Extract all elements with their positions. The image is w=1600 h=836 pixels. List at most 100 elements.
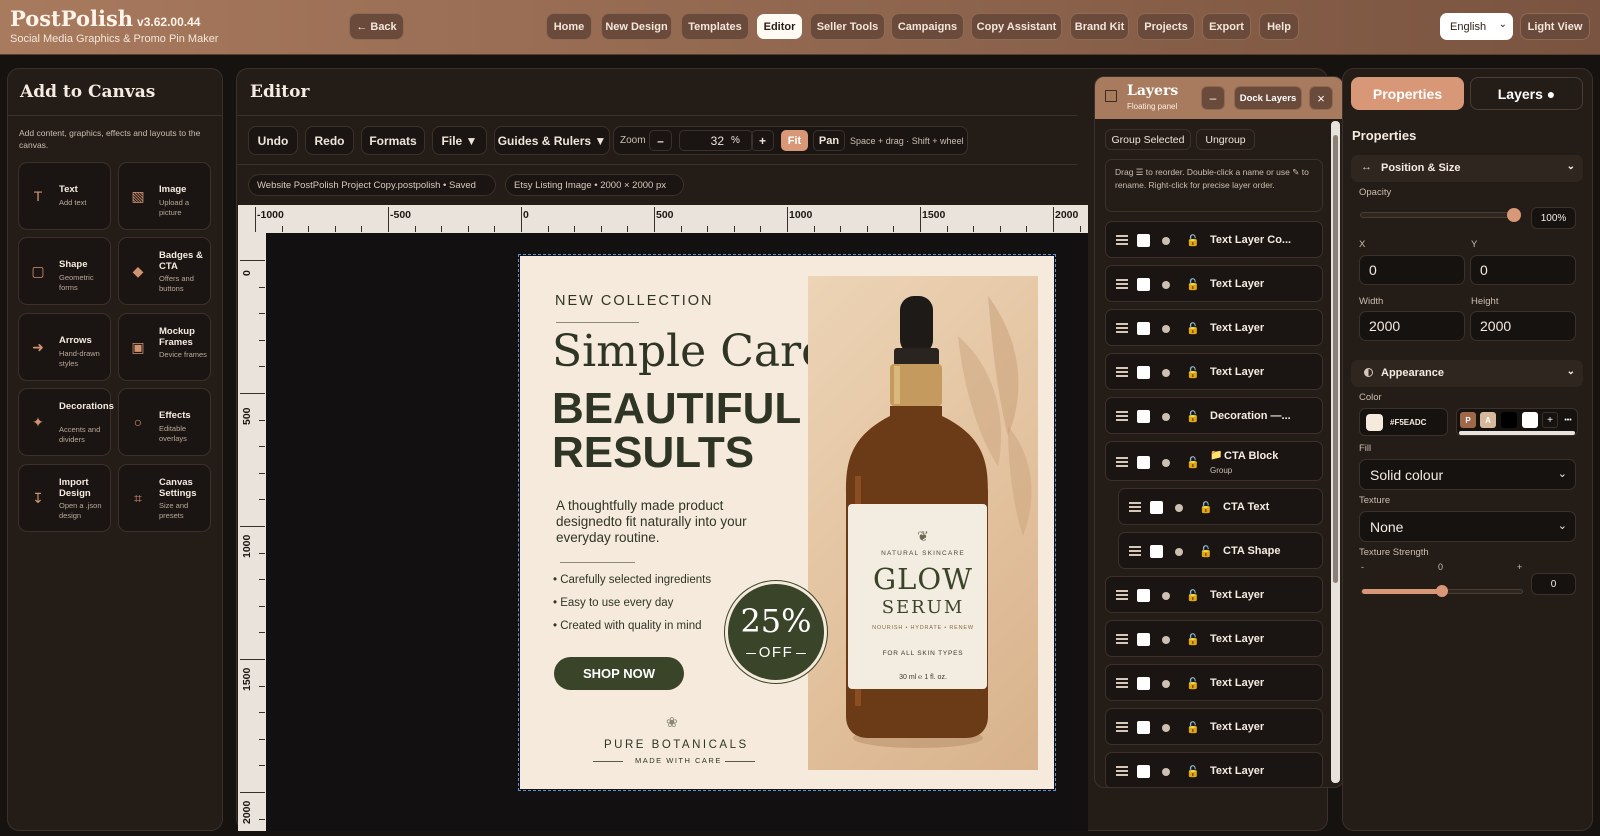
- formats-button[interactable]: Formats: [361, 126, 425, 155]
- visibility-icon[interactable]: [1175, 548, 1183, 556]
- layer-row[interactable]: 🔓 CTA Text: [1118, 488, 1323, 525]
- visibility-icon[interactable]: [1162, 281, 1170, 289]
- visibility-icon[interactable]: [1162, 325, 1170, 333]
- nav-help[interactable]: Help: [1259, 13, 1299, 40]
- layer-row[interactable]: 📁 Group 🔓 CTA Block: [1105, 441, 1323, 481]
- unlock-icon[interactable]: 🔓: [1186, 278, 1200, 291]
- layer-name[interactable]: CTA Text: [1223, 501, 1269, 513]
- texture-select[interactable]: None ⌄: [1359, 511, 1576, 542]
- layer-name[interactable]: Text Layer: [1210, 677, 1264, 689]
- layer-name[interactable]: Text Layer: [1210, 765, 1264, 777]
- layer-row[interactable]: 🔓 Text Layer: [1105, 309, 1323, 346]
- nav-campaigns[interactable]: Campaigns: [891, 13, 964, 40]
- visibility-icon[interactable]: [1162, 636, 1170, 644]
- layer-row[interactable]: 🔓 CTA Shape: [1118, 532, 1323, 569]
- tile-shape[interactable]: ▢ Shape Geometric forms: [18, 237, 111, 305]
- nav-seller-tools[interactable]: Seller Tools: [810, 13, 885, 40]
- unlock-icon[interactable]: 🔓: [1186, 721, 1200, 734]
- file-menu[interactable]: File ▼: [432, 126, 487, 155]
- tab-layers[interactable]: Layers ●: [1470, 77, 1583, 110]
- body-text[interactable]: A thoughtfully made product designedto f…: [556, 498, 761, 546]
- swatch-accent[interactable]: A: [1480, 412, 1496, 428]
- tile-image[interactable]: ▧ Image Upload a picture: [118, 162, 211, 230]
- layer-checkbox[interactable]: [1137, 456, 1150, 469]
- shop-now-cta[interactable]: SHOP NOW: [554, 657, 684, 690]
- unlock-icon[interactable]: 🔓: [1199, 545, 1213, 558]
- close-icon[interactable]: ×: [1309, 86, 1333, 110]
- design-canvas[interactable]: NEW COLLECTION Simple Care BEAUTIFUL RES…: [518, 254, 1056, 791]
- drag-handle-icon[interactable]: [1116, 457, 1128, 467]
- dock-layers-button[interactable]: Dock Layers: [1234, 86, 1302, 110]
- layer-name[interactable]: Text Layer: [1210, 366, 1264, 378]
- headline-line2[interactable]: RESULTS: [552, 431, 754, 475]
- layer-checkbox[interactable]: [1137, 278, 1150, 291]
- layer-name[interactable]: Text Layer: [1210, 721, 1264, 733]
- tile-text[interactable]: T Text Add text: [18, 162, 111, 230]
- layer-name[interactable]: Text Layer: [1210, 633, 1264, 645]
- drag-handle-icon[interactable]: [1116, 411, 1128, 421]
- kicker-text[interactable]: NEW COLLECTION: [555, 293, 714, 309]
- nav-editor[interactable]: Editor: [756, 13, 803, 40]
- texture-strength-thumb[interactable]: [1436, 585, 1448, 597]
- layer-checkbox[interactable]: [1137, 721, 1150, 734]
- nav-home[interactable]: Home: [546, 13, 592, 40]
- undo-button[interactable]: Undo: [248, 126, 298, 155]
- texture-strength-input[interactable]: 0: [1531, 573, 1576, 595]
- tile-mockup-frames[interactable]: ▣ Mockup Frames Device frames: [118, 313, 211, 381]
- drag-handle-icon[interactable]: [1116, 279, 1128, 289]
- add-swatch-button[interactable]: +: [1542, 412, 1558, 428]
- drag-handle-icon[interactable]: [1116, 678, 1128, 688]
- back-button[interactable]: ← Back: [349, 13, 404, 40]
- bullet-item[interactable]: • Created with quality in mind: [553, 620, 701, 632]
- drag-handle-icon[interactable]: [1116, 235, 1128, 245]
- minimize-button[interactable]: –: [1201, 86, 1225, 110]
- drag-handle-icon[interactable]: [1116, 722, 1128, 732]
- nav-copy-assistant[interactable]: Copy Assistant: [971, 13, 1062, 40]
- layer-checkbox[interactable]: [1137, 677, 1150, 690]
- unlock-icon[interactable]: 🔓: [1186, 410, 1200, 423]
- drag-handle-icon[interactable]: [1116, 367, 1128, 377]
- layer-name[interactable]: Text Layer: [1210, 322, 1264, 334]
- opacity-slider-thumb[interactable]: [1507, 208, 1521, 222]
- discount-badge[interactable]: 25% OFF: [725, 581, 827, 683]
- layer-row[interactable]: 🔓 Decoration —...: [1105, 397, 1323, 434]
- tile-effects[interactable]: ○ Effects Editable overlays: [118, 388, 211, 456]
- unlock-icon[interactable]: 🔓: [1186, 633, 1200, 646]
- language-select[interactable]: English ⌄: [1440, 13, 1513, 40]
- unlock-icon[interactable]: 🔓: [1186, 322, 1200, 335]
- nav-brand-kit[interactable]: Brand Kit: [1070, 13, 1129, 40]
- layer-checkbox[interactable]: [1137, 410, 1150, 423]
- drag-handle-icon[interactable]: [1116, 323, 1128, 333]
- footer-brand[interactable]: PURE BOTANICALS: [604, 739, 749, 751]
- layer-checkbox[interactable]: [1150, 545, 1163, 558]
- unlock-icon[interactable]: 🔓: [1186, 589, 1200, 602]
- ungroup-button[interactable]: Ungroup: [1196, 129, 1255, 150]
- visibility-icon[interactable]: [1162, 768, 1170, 776]
- product-image[interactable]: ❦ NATURAL SKINCARE GLOW SERUM NOURISH • …: [808, 276, 1038, 770]
- visibility-icon[interactable]: [1175, 504, 1183, 512]
- guides-rulers-menu[interactable]: Guides & Rulers ▼: [494, 126, 610, 155]
- layer-name[interactable]: CTA Block: [1224, 450, 1278, 462]
- layer-checkbox[interactable]: [1137, 765, 1150, 778]
- color-hex[interactable]: #F5EADC: [1390, 418, 1426, 427]
- height-input[interactable]: 2000: [1470, 311, 1576, 341]
- layer-name[interactable]: CTA Shape: [1223, 545, 1280, 557]
- visibility-icon[interactable]: [1162, 369, 1170, 377]
- layers-scrollbar[interactable]: [1331, 121, 1340, 783]
- visibility-icon[interactable]: [1162, 680, 1170, 688]
- visibility-icon[interactable]: [1162, 724, 1170, 732]
- layer-row[interactable]: 🔓 Text Layer: [1105, 620, 1323, 657]
- drag-handle-icon[interactable]: [1129, 502, 1141, 512]
- tab-properties[interactable]: Properties: [1351, 77, 1464, 110]
- fill-select[interactable]: Solid colour ⌄: [1359, 459, 1576, 490]
- visibility-icon[interactable]: [1162, 459, 1170, 467]
- unlock-icon[interactable]: 🔓: [1186, 677, 1200, 690]
- light-view-button[interactable]: Light View: [1520, 13, 1590, 40]
- layer-row[interactable]: 🔓 Text Layer: [1105, 752, 1323, 787]
- zoom-input[interactable]: 32: [679, 130, 753, 151]
- opacity-slider[interactable]: [1360, 208, 1521, 222]
- drag-handle-icon[interactable]: [1116, 634, 1128, 644]
- layer-row[interactable]: 🔓 Text Layer: [1105, 576, 1323, 613]
- script-title[interactable]: Simple Care: [552, 326, 827, 377]
- swatch-white[interactable]: [1522, 412, 1538, 428]
